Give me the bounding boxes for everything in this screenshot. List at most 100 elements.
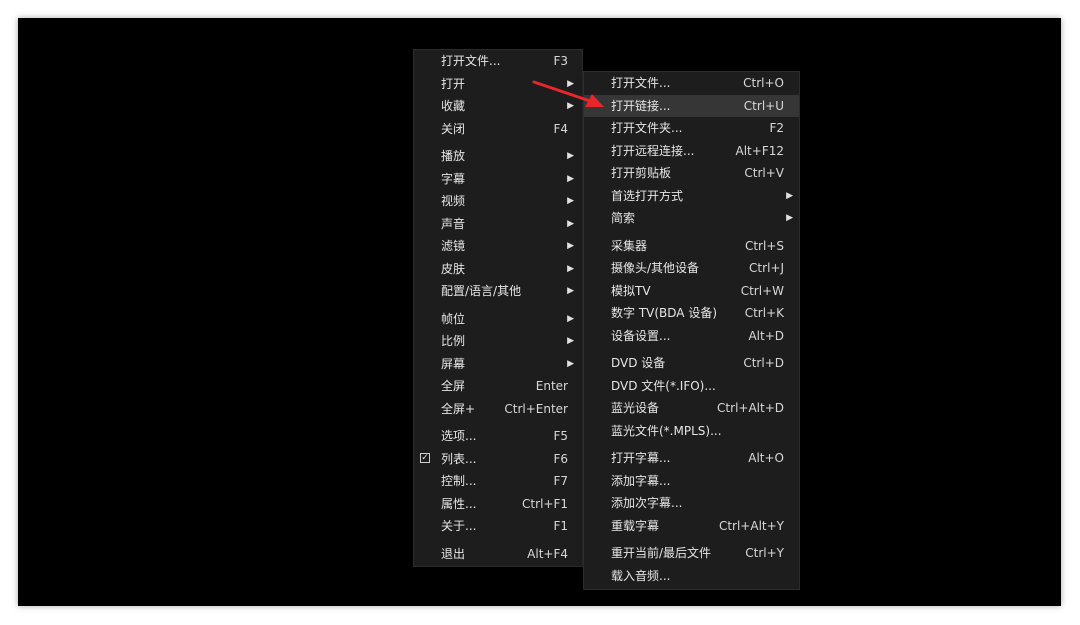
submenu-arrow-icon: ▶ [786, 213, 793, 223]
menu-item-shortcut: Ctrl+W [740, 283, 784, 298]
menu-item-label: DVD 文件(*.IFO)... [611, 378, 716, 393]
menu-item-label: 滤镜 [441, 239, 466, 253]
open-submenu-item-5[interactable]: 首选打开方式 ▶ [584, 185, 799, 208]
menu-item-shortcut: F6 [553, 451, 568, 466]
submenu-arrow-icon: ▶ [567, 78, 574, 89]
open-submenu-item-3[interactable]: 打开远程连接... Alt+F12 [584, 140, 799, 163]
open-submenu-item-21[interactable]: 添加次字幕... [584, 492, 799, 515]
menu-item-shortcut: F4 [553, 121, 568, 136]
open-submenu-item-1[interactable]: 打开链接... Ctrl+U [584, 94, 799, 117]
menu-item-label: 关闭 [441, 121, 466, 136]
menu-item-label: 声音 [441, 216, 466, 231]
menu-item-label: 添加次字幕... [611, 496, 683, 510]
open-submenu-item-11[interactable]: 数字 TV(BDA 设备) Ctrl+K [584, 302, 799, 325]
menu-item-label: 蓝光设备 [611, 401, 660, 415]
main-menu-item-0[interactable]: 打开文件... F3 [414, 50, 582, 73]
open-submenu-item-6[interactable]: 简索 ▶ [584, 207, 799, 230]
menu-item-label: 简索 [611, 211, 636, 225]
main-menu-item-21[interactable]: 控制... F7 [414, 470, 582, 493]
menu-item-label: 打开剪贴板 [611, 166, 672, 180]
menu-item-shortcut: Ctrl+Alt+D [717, 401, 784, 415]
main-menu-item-3[interactable]: 关闭 F4 [414, 118, 582, 141]
menu-item-label: 字幕 [441, 171, 466, 186]
open-submenu-item-16[interactable]: 蓝光设备 Ctrl+Alt+D [584, 397, 799, 420]
open-submenu-item-22[interactable]: 重载字幕 Ctrl+Alt+Y [584, 515, 799, 538]
main-menu-item-19[interactable]: 选项... F5 [414, 425, 582, 448]
menu-item-label: 数字 TV(BDA 设备) [611, 306, 718, 320]
main-menu-item-17[interactable]: 全屏+ Ctrl+Enter [414, 398, 582, 421]
open-submenu-item-4[interactable]: 打开剪贴板 Ctrl+V [584, 162, 799, 185]
menu-item-shortcut: Ctrl+J [749, 261, 784, 275]
menu-item-shortcut: Ctrl+Alt+Y [718, 518, 784, 533]
open-submenu-item-12[interactable]: 设备设置... Alt+D [584, 325, 799, 348]
checkbox-icon: ✓ [420, 453, 430, 463]
menu-item-label: 打开 [441, 76, 466, 91]
main-menu-item-11[interactable]: 配置/语言/其他 ▶ [414, 280, 582, 303]
open-submenu-item-17[interactable]: 蓝光文件(*.MPLS)... [584, 420, 799, 443]
menu-item-shortcut: Alt+F12 [735, 143, 784, 158]
main-menu-item-2[interactable]: 收藏 ▶ [414, 95, 582, 118]
menu-item-label: 摄像头/其他设备 [611, 261, 700, 275]
submenu-arrow-icon: ▶ [567, 263, 574, 274]
menu-item-label: 皮肤 [441, 261, 466, 276]
menu-item-shortcut: F5 [553, 429, 568, 443]
submenu-arrow-icon: ▶ [567, 218, 574, 229]
open-submenu-item-9[interactable]: 摄像头/其他设备 Ctrl+J [584, 257, 799, 280]
menu-item-label: 打开文件... [441, 54, 501, 68]
open-submenu-item-0[interactable]: 打开文件... Ctrl+O [584, 72, 799, 95]
menu-item-label: 打开文件... [611, 76, 671, 90]
main-menu-item-10[interactable]: 皮肤 ▶ [414, 258, 582, 281]
main-menu-item-7[interactable]: 视频 ▶ [414, 190, 582, 213]
open-submenu-item-19[interactable]: 打开字幕... Alt+O [584, 447, 799, 470]
menu-item-label: 全屏+ [441, 401, 476, 416]
menu-item-label: 属性... [441, 496, 477, 511]
main-menu-item-13[interactable]: 帧位 ▶ [414, 308, 582, 331]
main-menu-item-20[interactable]: ✓ 列表... F6 [414, 448, 582, 471]
submenu-arrow-icon: ▶ [567, 101, 574, 111]
menu-item-shortcut: F3 [553, 54, 568, 68]
menu-item-label: 收藏 [441, 99, 466, 113]
menu-item-shortcut: Ctrl+O [743, 76, 784, 90]
menu-item-label: 播放 [441, 149, 466, 163]
submenu-arrow-icon: ▶ [786, 190, 793, 201]
open-submenu-item-2[interactable]: 打开文件夹... F2 [584, 117, 799, 140]
main-menu-item-8[interactable]: 声音 ▶ [414, 213, 582, 236]
main-menu-item-15[interactable]: 屏幕 ▶ [414, 353, 582, 376]
main-menu-item-6[interactable]: 字幕 ▶ [414, 168, 582, 191]
menu-item-label: 重开当前/最后文件 [611, 546, 712, 560]
open-submenu-item-15[interactable]: DVD 文件(*.IFO)... [584, 375, 799, 398]
main-menu-item-1[interactable]: 打开 ▶ [414, 73, 582, 96]
open-submenu-item-14[interactable]: DVD 设备 Ctrl+D [584, 352, 799, 375]
menu-item-label: 配置/语言/其他 [441, 284, 522, 298]
open-submenu-item-8[interactable]: 采集器 Ctrl+S [584, 235, 799, 258]
main-menu-item-14[interactable]: 比例 ▶ [414, 330, 582, 353]
menu-item-shortcut: Ctrl+Y [745, 546, 784, 560]
main-menu-item-16[interactable]: 全屏 Enter [414, 375, 582, 398]
open-submenu-item-20[interactable]: 添加字幕... [584, 470, 799, 493]
main-menu-item-25[interactable]: 退出 Alt+F4 [414, 543, 582, 566]
open-submenu-item-10[interactable]: 模拟TV Ctrl+W [584, 280, 799, 303]
open-submenu-item-25[interactable]: 载入音频... [584, 565, 799, 588]
menu-item-label: 打开字幕... [611, 451, 671, 465]
submenu-arrow-icon: ▶ [567, 151, 574, 161]
main-menu-item-9[interactable]: 滤镜 ▶ [414, 235, 582, 258]
menu-item-label: 重载字幕 [611, 518, 660, 533]
menu-item-label: 模拟TV [611, 283, 651, 298]
menu-item-label: 列表... [441, 451, 477, 466]
menu-item-shortcut: Ctrl+Enter [504, 401, 568, 416]
menu-item-label: 首选打开方式 [611, 188, 684, 203]
menu-item-label: 关于... [441, 519, 477, 533]
submenu-arrow-icon: ▶ [567, 241, 574, 251]
menu-item-label: 屏幕 [441, 356, 466, 371]
menu-item-label: 添加字幕... [611, 473, 671, 488]
submenu-arrow-icon: ▶ [567, 286, 574, 296]
menu-item-shortcut: Ctrl+U [743, 98, 784, 113]
menu-item-shortcut: Ctrl+V [744, 166, 784, 180]
submenu-arrow-icon: ▶ [567, 173, 574, 184]
main-menu-item-22[interactable]: 属性... Ctrl+F1 [414, 493, 582, 516]
open-submenu-item-24[interactable]: 重开当前/最后文件 Ctrl+Y [584, 542, 799, 565]
menu-item-shortcut: Ctrl+D [743, 356, 784, 370]
main-menu-item-23[interactable]: 关于... F1 [414, 515, 582, 538]
main-menu-item-5[interactable]: 播放 ▶ [414, 145, 582, 168]
menu-item-label: 比例 [441, 334, 466, 348]
